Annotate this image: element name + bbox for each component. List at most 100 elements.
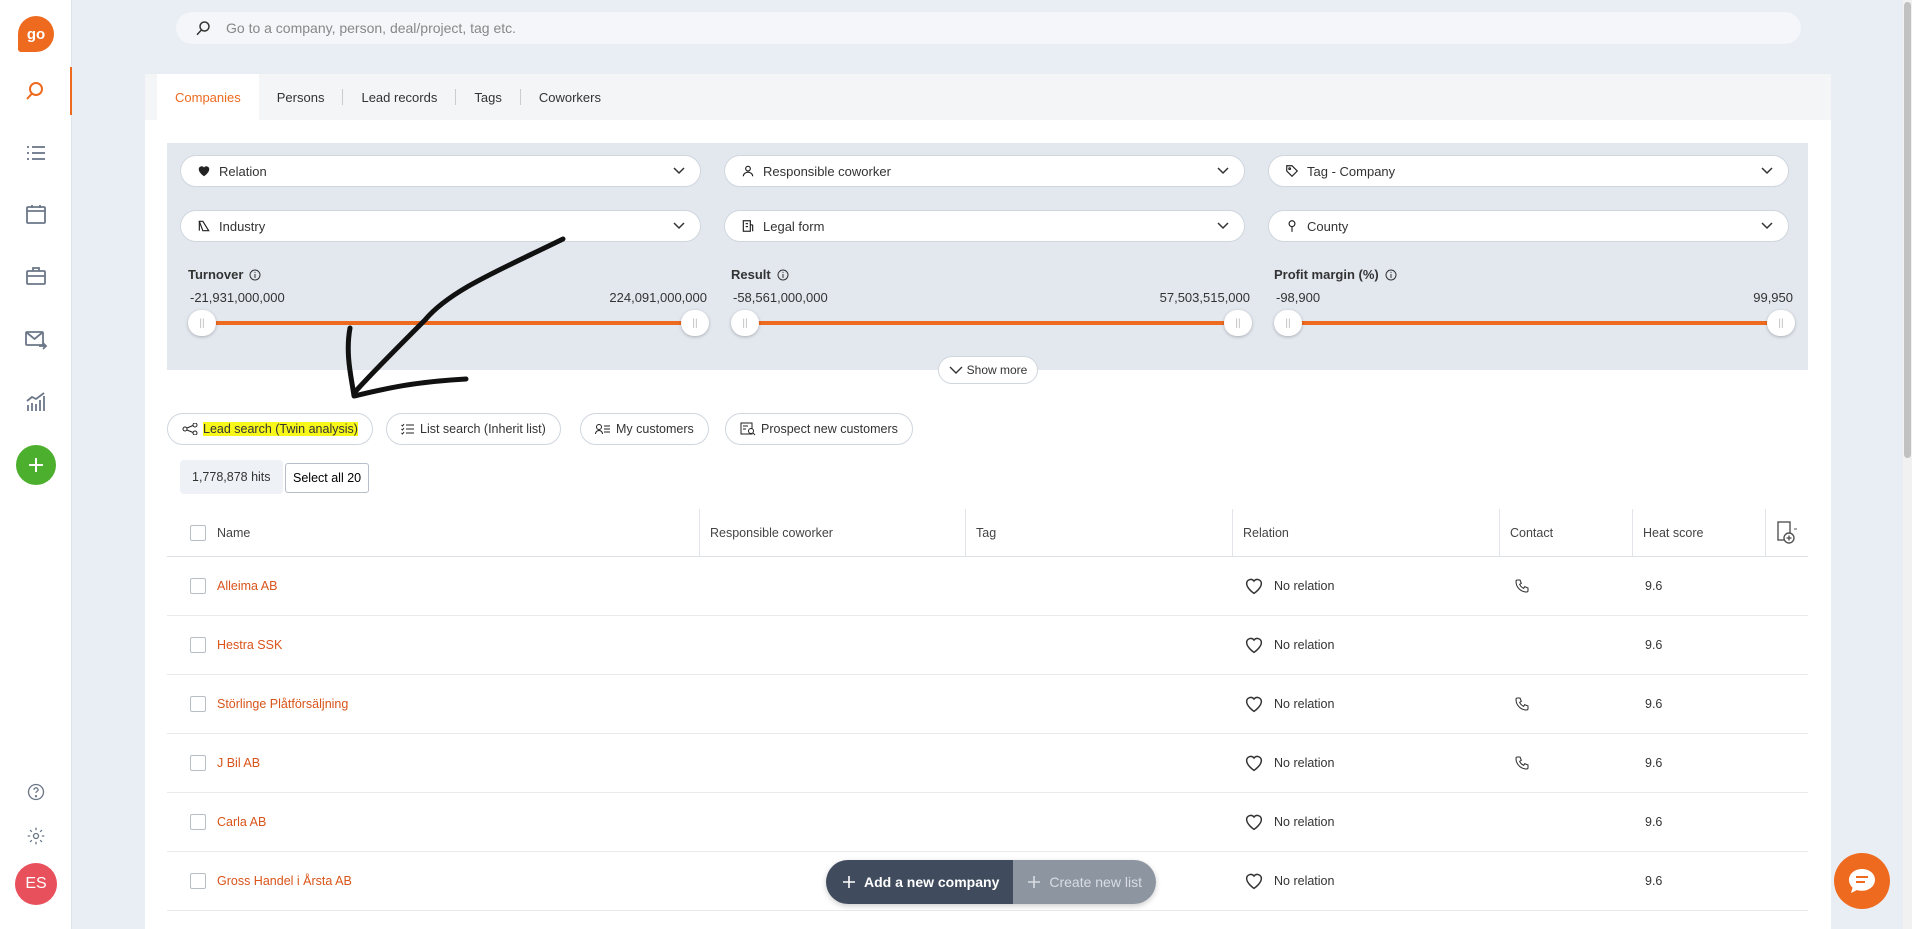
- info-icon[interactable]: [1385, 269, 1397, 281]
- prospect-new-customers-label: Prospect new customers: [761, 422, 898, 436]
- turnover-max: 224,091,000,000: [609, 290, 707, 305]
- table-row[interactable]: Störlinge Plåtförsäljning No relation 9.6: [167, 675, 1808, 734]
- add-new-company-label: Add a new company: [864, 874, 1000, 890]
- relation-cell[interactable]: No relation: [1244, 793, 1334, 851]
- user-avatar[interactable]: ES: [15, 863, 57, 905]
- gear-icon[interactable]: [0, 812, 72, 860]
- table-body: Alleima AB No relation 9.6 Hestra SSK No rel…: [167, 557, 1808, 911]
- legal-form-dropdown[interactable]: Legal form: [724, 210, 1245, 242]
- header-tag[interactable]: Tag: [965, 509, 996, 557]
- header-contact[interactable]: Contact: [1499, 509, 1553, 557]
- result-min-handle[interactable]: ||: [731, 310, 759, 336]
- header-relation[interactable]: Relation: [1232, 509, 1289, 557]
- result-slider-track[interactable]: || ||: [731, 310, 1252, 336]
- sidebar-list-icon[interactable]: [0, 129, 72, 177]
- relation-cell[interactable]: No relation: [1244, 557, 1334, 615]
- add-column-button[interactable]: [1765, 509, 1809, 557]
- relation-dropdown[interactable]: Relation: [180, 155, 701, 187]
- row-checkbox[interactable]: [190, 793, 206, 851]
- my-customers-button[interactable]: My customers: [580, 413, 709, 445]
- relation-value: No relation: [1274, 697, 1335, 711]
- sidebar-briefcase-icon[interactable]: [0, 252, 72, 300]
- row-checkbox[interactable]: [190, 557, 206, 615]
- chevron-down-icon: [1217, 222, 1229, 230]
- phone-icon[interactable]: [1514, 734, 1530, 792]
- add-new-company-button[interactable]: Add a new company: [826, 860, 1014, 904]
- companies-table: Name Responsible coworker Tag Relation C…: [167, 509, 1808, 911]
- industry-icon: [197, 218, 213, 234]
- responsible-coworker-dropdown[interactable]: Responsible coworker: [724, 155, 1245, 187]
- sidebar-calendar-icon[interactable]: [0, 190, 72, 238]
- company-name-link[interactable]: Störlinge Plåtförsäljning: [217, 675, 348, 733]
- lead-search-button[interactable]: Lead search (Twin analysis): [167, 413, 373, 445]
- row-checkbox[interactable]: [190, 734, 206, 792]
- table-row[interactable]: Carla AB No relation 9.6: [167, 793, 1808, 852]
- relation-cell[interactable]: No relation: [1244, 734, 1334, 792]
- prospect-new-customers-button[interactable]: Prospect new customers: [725, 413, 913, 445]
- add-button[interactable]: [16, 445, 56, 485]
- result-range: Result -58,561,000,000 57,503,515,000 || …: [731, 267, 1252, 336]
- tab-tags[interactable]: Tags: [456, 74, 519, 120]
- county-label: County: [1307, 218, 1349, 234]
- phone-icon[interactable]: [1514, 675, 1530, 733]
- sidebar: go ES: [0, 0, 72, 929]
- relation-cell[interactable]: No relation: [1244, 852, 1334, 910]
- search-input[interactable]: [226, 20, 1726, 36]
- global-search[interactable]: [176, 12, 1801, 44]
- header-name[interactable]: Name: [217, 509, 250, 557]
- turnover-slider-track[interactable]: || ||: [188, 310, 709, 336]
- turnover-min-handle[interactable]: ||: [188, 310, 216, 336]
- plus-icon: [1028, 876, 1041, 888]
- tab-coworkers[interactable]: Coworkers: [521, 74, 619, 120]
- profit-margin-max-handle[interactable]: ||: [1767, 310, 1795, 336]
- app-logo[interactable]: go: [18, 16, 54, 52]
- profit-margin-min-handle[interactable]: ||: [1274, 310, 1302, 336]
- chat-button[interactable]: [1834, 853, 1890, 909]
- header-heat-score[interactable]: Heat score: [1632, 509, 1703, 557]
- company-name-link[interactable]: Hestra SSK: [217, 616, 282, 674]
- row-checkbox[interactable]: [190, 616, 206, 674]
- page-scrollbar[interactable]: [1903, 0, 1912, 929]
- show-more-button[interactable]: Show more: [938, 356, 1038, 384]
- county-dropdown[interactable]: County: [1268, 210, 1789, 242]
- row-checkbox[interactable]: [190, 675, 206, 733]
- help-icon[interactable]: [0, 768, 72, 816]
- company-name-link[interactable]: Gross Handel i Årsta AB: [217, 852, 352, 910]
- sidebar-mail-icon[interactable]: [0, 315, 72, 363]
- sidebar-chart-icon[interactable]: [0, 378, 72, 426]
- chevron-down-icon: [1761, 167, 1773, 175]
- company-name-link[interactable]: Alleima AB: [217, 557, 277, 615]
- list-search-button[interactable]: List search (Inherit list): [386, 413, 561, 445]
- industry-dropdown[interactable]: Industry: [180, 210, 701, 242]
- turnover-max-handle[interactable]: ||: [681, 310, 709, 336]
- table-row[interactable]: J Bil AB No relation 9.6: [167, 734, 1808, 793]
- sidebar-search-icon[interactable]: [0, 67, 72, 115]
- info-icon[interactable]: [249, 269, 261, 281]
- relation-value: No relation: [1274, 874, 1335, 888]
- tab-lead-records[interactable]: Lead records: [343, 74, 455, 120]
- create-new-list-button[interactable]: Create new list: [1013, 860, 1156, 904]
- phone-icon[interactable]: [1514, 557, 1530, 615]
- tag-company-dropdown[interactable]: Tag - Company: [1268, 155, 1789, 187]
- relation-cell[interactable]: No relation: [1244, 616, 1334, 674]
- header-responsible-coworker[interactable]: Responsible coworker: [699, 509, 833, 557]
- table-row[interactable]: Alleima AB No relation 9.6: [167, 557, 1808, 616]
- person-icon: [741, 163, 757, 179]
- select-all-checkbox[interactable]: [190, 509, 206, 557]
- relation-cell[interactable]: No relation: [1244, 675, 1334, 733]
- select-all-button[interactable]: Select all 20: [285, 463, 370, 493]
- tab-companies[interactable]: Companies: [157, 74, 259, 120]
- profit-margin-slider-track[interactable]: || ||: [1274, 310, 1795, 336]
- result-max-handle[interactable]: ||: [1224, 310, 1252, 336]
- company-name-link[interactable]: Carla AB: [217, 793, 266, 851]
- row-checkbox[interactable]: [190, 852, 206, 910]
- tab-persons[interactable]: Persons: [259, 74, 343, 120]
- company-name-link[interactable]: J Bil AB: [217, 734, 260, 792]
- scrollbar-thumb[interactable]: [1904, 2, 1911, 458]
- profit-margin-min: -98,900: [1276, 290, 1321, 305]
- tag-company-label: Tag - Company: [1307, 163, 1396, 179]
- heart-outline-icon: [1245, 578, 1263, 595]
- info-icon[interactable]: [777, 269, 789, 281]
- table-row[interactable]: Hestra SSK No relation 9.6: [167, 616, 1808, 675]
- network-icon: [182, 423, 198, 435]
